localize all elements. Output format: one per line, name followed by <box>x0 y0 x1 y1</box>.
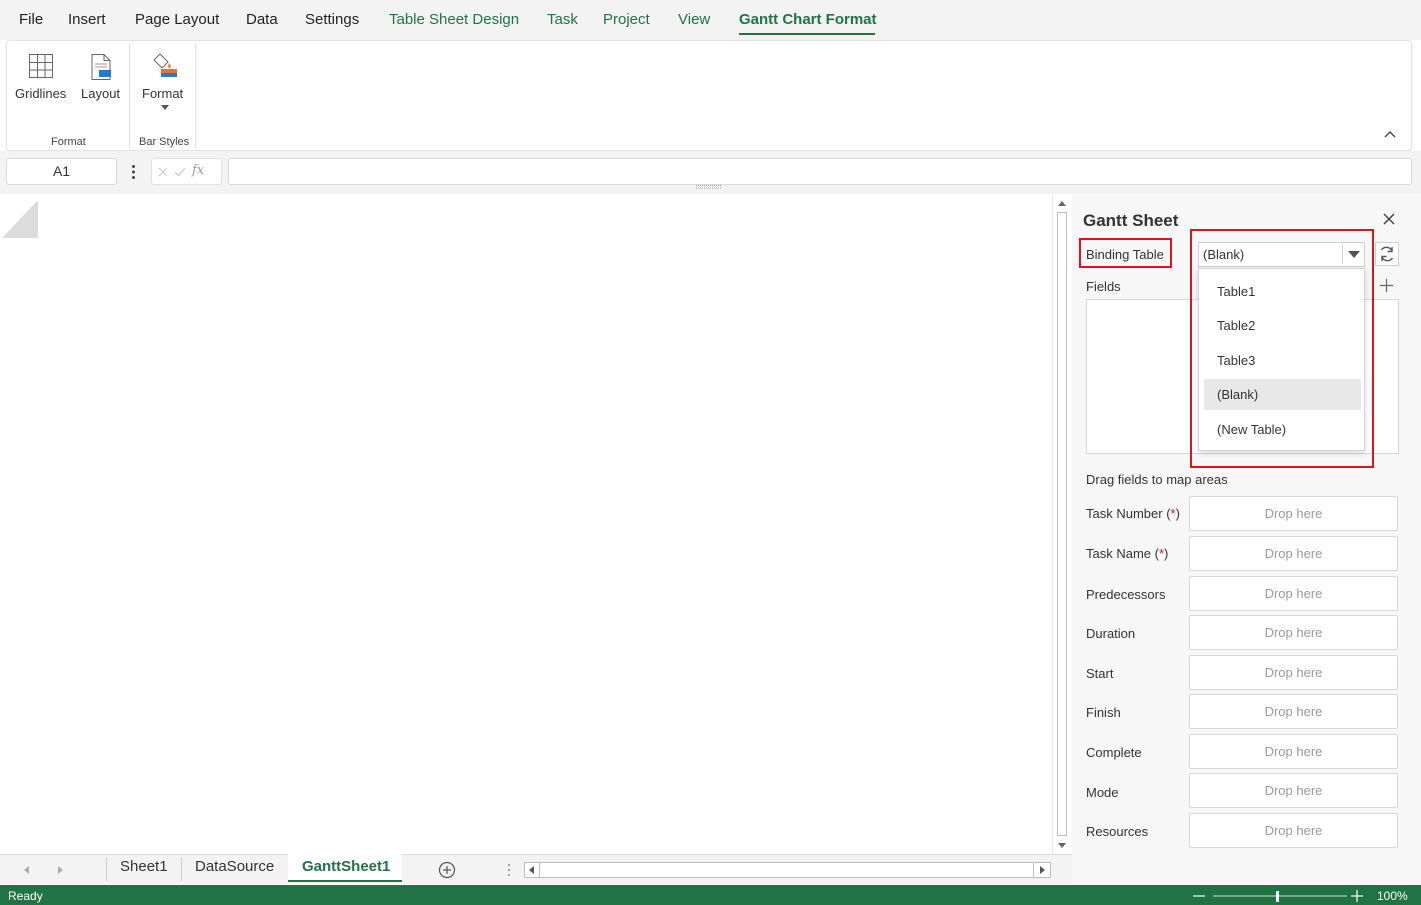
drop-zone-resources[interactable]: Drop here <box>1189 813 1398 848</box>
mapping-label-finish: Finish <box>1086 705 1121 720</box>
group-label-format: Format <box>51 136 86 148</box>
menu-bar: File Insert Page Layout Data Settings Ta… <box>0 0 1421 40</box>
drop-zone-start[interactable]: Drop here <box>1189 655 1398 690</box>
scroll-left-icon[interactable] <box>529 866 535 874</box>
tab-splitter-icon[interactable] <box>507 863 511 877</box>
mapping-label-resources: Resources <box>1086 824 1149 839</box>
fx-icon[interactable]: fx <box>192 163 204 178</box>
format-button[interactable]: Format <box>135 49 193 117</box>
scroll-up-icon[interactable] <box>1057 199 1067 207</box>
cancel-icon[interactable] <box>158 167 168 177</box>
confirm-icon[interactable] <box>174 167 186 177</box>
add-sheet-icon[interactable] <box>438 861 456 879</box>
menu-task[interactable]: Task <box>547 11 578 28</box>
tab-divider <box>181 857 182 881</box>
menu-view[interactable]: View <box>678 11 710 28</box>
tab-scroll-left-icon[interactable] <box>24 866 30 874</box>
refresh-icon[interactable] <box>1375 242 1399 266</box>
menu-file[interactable]: File <box>19 11 43 28</box>
mapping-label-task-name: Task Name (*) <box>1086 546 1169 561</box>
chevron-down-icon <box>161 105 169 110</box>
group-separator <box>195 43 196 149</box>
panel-title: Gantt Sheet <box>1083 211 1179 230</box>
close-icon[interactable] <box>1383 213 1395 225</box>
sheet-tab-datasource[interactable]: DataSource <box>195 858 274 875</box>
add-field-icon[interactable] <box>1380 279 1393 292</box>
drop-zone-mode[interactable]: Drop here <box>1189 773 1398 808</box>
scroll-right-icon[interactable] <box>1039 866 1045 874</box>
scroll-thumb[interactable] <box>1057 212 1067 836</box>
group-separator <box>129 43 130 149</box>
mapping-label-duration: Duration <box>1086 626 1136 641</box>
fields-label: Fields <box>1086 279 1121 294</box>
group-label-bar-styles: Bar Styles <box>139 136 190 148</box>
gridlines-button[interactable]: Gridlines <box>11 49 71 111</box>
status-text: Ready <box>8 889 43 903</box>
collapse-ribbon-icon[interactable] <box>1384 130 1396 138</box>
highlight-binding-dropdown <box>1190 229 1374 468</box>
active-tab-underline <box>739 33 875 35</box>
menu-table-sheet-design[interactable]: Table Sheet Design <box>389 11 519 28</box>
ribbon: Gridlines Layout Format Format Bar Style… <box>6 40 1412 151</box>
layout-label: Layout <box>81 86 121 101</box>
scroll-separator <box>539 863 540 877</box>
drop-zone-task-number[interactable]: Drop here <box>1189 496 1398 531</box>
tab-divider <box>106 857 107 881</box>
scroll-down-icon[interactable] <box>1057 842 1067 850</box>
menu-insert[interactable]: Insert <box>68 11 106 28</box>
spreadsheet-grid[interactable] <box>0 194 1052 854</box>
vertical-scrollbar[interactable] <box>1052 194 1072 854</box>
mapping-label-start: Start <box>1086 666 1114 681</box>
drag-hint: Drag fields to map areas <box>1086 472 1228 487</box>
mapping-label-mode: Mode <box>1086 785 1119 800</box>
drop-zone-predecessors[interactable]: Drop here <box>1189 576 1398 611</box>
menu-data[interactable]: Data <box>246 11 278 28</box>
menu-settings[interactable]: Settings <box>305 11 359 28</box>
scroll-separator <box>1033 863 1034 877</box>
gridlines-label: Gridlines <box>15 86 67 101</box>
more-vertical-icon[interactable] <box>131 164 136 180</box>
tab-scroll-right-icon[interactable] <box>57 866 63 874</box>
menu-gantt-chart-format[interactable]: Gantt Chart Format <box>739 11 877 28</box>
drop-zone-finish[interactable]: Drop here <box>1189 694 1398 729</box>
menu-project[interactable]: Project <box>603 11 650 28</box>
sheet-tab-ganttsheet1[interactable]: GanttSheet1 <box>302 858 390 875</box>
formula-input[interactable] <box>228 158 1412 185</box>
layout-icon <box>91 54 111 80</box>
paint-bucket-icon <box>153 53 177 77</box>
select-all-corner[interactable] <box>0 198 40 240</box>
format-label: Format <box>142 86 184 101</box>
drop-zone-task-name[interactable]: Drop here <box>1189 536 1398 571</box>
gridlines-icon <box>29 54 53 78</box>
mapping-label-predecessors: Predecessors <box>1086 587 1166 602</box>
sheet-tab-sheet1[interactable]: Sheet1 <box>120 858 168 875</box>
zoom-slider[interactable] <box>1191 889 1367 903</box>
drop-zone-complete[interactable]: Drop here <box>1189 734 1398 769</box>
horizontal-scrollbar[interactable] <box>524 862 1051 878</box>
resize-handle-icon[interactable] <box>696 184 722 190</box>
mapping-label-complete: Complete <box>1086 745 1142 760</box>
highlight-binding-label <box>1079 238 1172 268</box>
drop-zone-duration[interactable]: Drop here <box>1189 615 1398 650</box>
layout-button[interactable]: Layout <box>75 49 129 111</box>
zoom-level[interactable]: 100% <box>1377 889 1408 903</box>
name-box[interactable]: A1 <box>6 158 117 185</box>
menu-page-layout[interactable]: Page Layout <box>135 11 219 28</box>
mapping-label-task-number: Task Number (*) <box>1086 506 1180 521</box>
formula-actions: fx <box>151 158 222 185</box>
